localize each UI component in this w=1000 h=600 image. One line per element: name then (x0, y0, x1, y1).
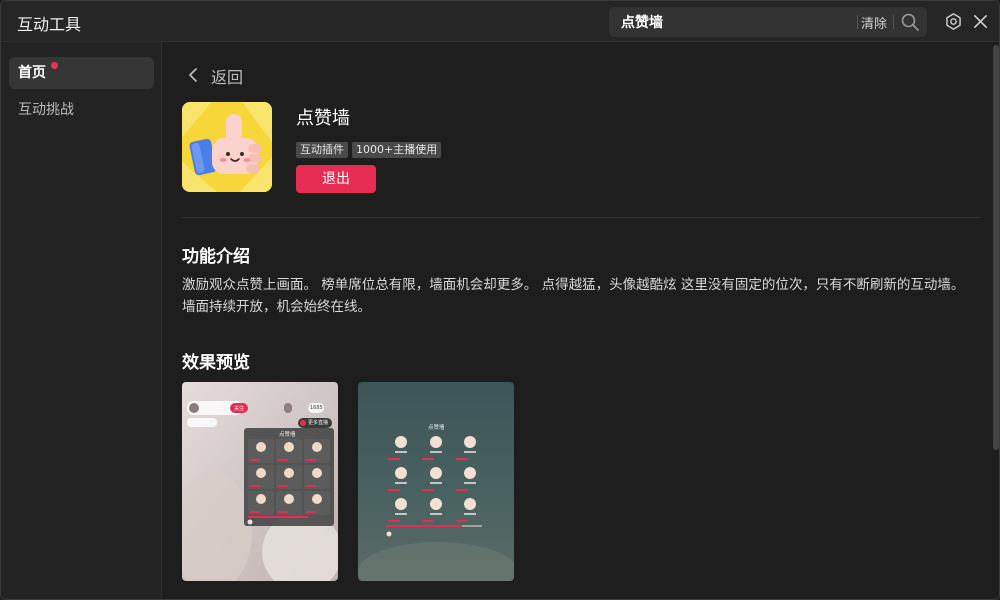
sidebar-item-challenge[interactable]: 互动挑战 (9, 94, 154, 126)
title-bar: 互动工具 清除 (1, 1, 999, 42)
wall-title: 点赞墙 (279, 432, 296, 438)
clear-button[interactable]: 清除 (861, 13, 887, 32)
preview-scene (182, 382, 338, 581)
preview-image-2[interactable]: 点赞墙 (358, 382, 514, 581)
section-title-preview: 效果预览 (182, 353, 250, 373)
app-window: 互动工具 清除 首页 互动挑战 (0, 0, 1000, 600)
preview-image-1[interactable]: 关注 1685 更多直播 点赞墙 (182, 382, 338, 581)
tag-badge: 1000+主播使用 (352, 142, 442, 158)
search-icon[interactable] (900, 12, 920, 32)
viewer-count: 1685 (310, 405, 323, 411)
divider (893, 15, 894, 29)
sidebar-item-label: 首页 (18, 65, 46, 81)
preview-scene (358, 382, 514, 581)
thumbs-up-icon (182, 102, 272, 192)
intro-text: 激励观众点赞上画面。 榜单席位总有限，墙面机会却更多。 点得越猛，头像越酷炫 这… (182, 277, 965, 315)
back-label: 返回 (211, 68, 244, 87)
section-title-intro: 功能介绍 (182, 247, 250, 267)
sidebar-item-label: 互动挑战 (18, 102, 74, 118)
more-live-label: 更多直播 (308, 420, 329, 426)
scrollbar-thumb[interactable] (993, 45, 999, 450)
exit-button[interactable]: 退出 (296, 165, 376, 193)
tag-badge: 互动插件 (296, 142, 348, 158)
plugin-title: 点赞墙 (296, 108, 350, 129)
search-input[interactable] (621, 7, 851, 37)
follow-button: 关注 (233, 406, 244, 412)
tag-list: 互动插件 1000+主播使用 (296, 138, 445, 158)
divider (857, 15, 858, 29)
sidebar-item-home[interactable]: 首页 (9, 57, 154, 89)
sidebar: 首页 互动挑战 (1, 42, 162, 599)
search-box: 清除 (609, 7, 927, 37)
divider (182, 217, 980, 218)
notification-dot (51, 62, 58, 69)
window-title: 互动工具 (17, 15, 82, 34)
main-content: 返回 点赞墙 互动插件 1000+主播使用 退出 功能介绍 激励观众点赞上画面。… (162, 42, 991, 599)
chevron-left-icon (189, 68, 197, 82)
wall-title: 点赞墙 (428, 425, 445, 431)
close-icon[interactable] (971, 12, 990, 31)
gear-icon[interactable] (944, 12, 963, 31)
